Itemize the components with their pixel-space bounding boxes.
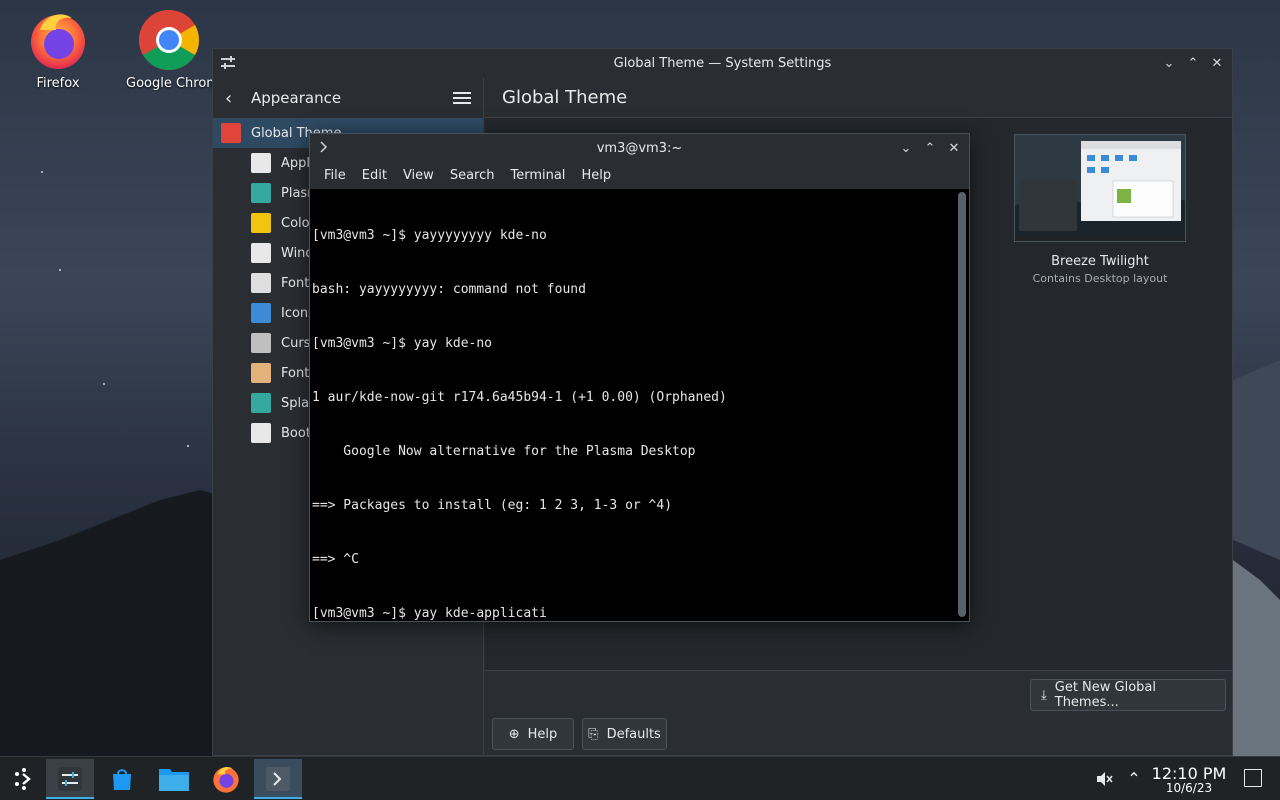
chrome-icon [137,8,201,72]
terminal-line: bash: yayyyyyyyy: command not found [312,282,586,297]
clock-date: 10/6/23 [1165,781,1213,795]
terminal-maximize-button[interactable]: ⌃ [921,138,939,158]
desktop-icon-label: Google Chrome [126,76,214,91]
system-settings-icon [58,767,82,791]
colors-icon [251,213,271,233]
global-theme-icon [221,123,241,143]
theme-name: Breeze Twilight [1051,254,1149,269]
menu-edit[interactable]: Edit [354,168,395,183]
taskbar-discover[interactable] [98,759,146,799]
help-label: Help [527,726,558,742]
discover-icon [113,769,131,790]
brush-icon [251,153,271,173]
taskbar-terminal[interactable] [254,759,302,799]
tray-expand-chevron-icon[interactable]: ⌃ [1124,769,1144,789]
desktop-icon-label: Firefox [36,76,80,91]
dialog-footer: ⊕ Help ⎘ Defaults [485,716,1232,755]
window-icon [251,243,271,263]
desktop-icon-firefox[interactable]: Firefox [10,8,106,91]
terminal-scrollbar[interactable] [958,192,966,617]
terminal-minimize-button[interactable]: ⌄ [897,138,915,158]
desktop-icon-chrome[interactable]: Google Chrome [124,8,214,91]
defaults-icon: ⎘ [588,726,599,742]
terminal-line: [vm3@vm3 ~]$ yay kde-no [312,336,493,351]
help-button[interactable]: ⊕ Help [492,718,574,750]
plasma-style-icon [251,183,271,203]
sidebar-title: Appearance [251,89,342,107]
terminal-line: [vm3@vm3 ~]$ yayyyyyyyy kde-no [312,228,547,243]
defaults-button[interactable]: ⎘ Defaults [582,718,667,750]
close-icon: ✕ [948,140,960,156]
download-icon: ⤓ [1041,687,1047,703]
terminal-line: ==> Packages to install (eg: 1 2 3, 1-3 … [312,498,673,513]
show-desktop-icon[interactable] [1244,769,1262,787]
window-titlebar[interactable]: Global Theme — System Settings ⌄ ⌃ ✕ [213,49,1232,78]
system-settings-icon [221,56,235,69]
defaults-label: Defaults [606,726,661,742]
cursor-icon [251,333,271,353]
terminal-line: 1 aur/kde-now-git r174.6a45b94-1 (+1 0.0… [312,390,727,405]
menu-view[interactable]: View [395,168,442,183]
active-indicator [254,797,302,799]
terminal-output[interactable]: [vm3@vm3 ~]$ yayyyyyyyy kde-no bash: yay… [310,189,953,621]
monitor-icon [251,423,271,443]
volume-muted-icon[interactable] [1094,769,1114,789]
theme-preview [1014,134,1186,242]
taskbar-file-manager[interactable] [150,759,198,799]
clock-time: 12:10 PM [1151,764,1227,783]
minimize-button[interactable]: ⌄ [1160,53,1178,73]
terminal-close-button[interactable]: ✕ [945,138,963,158]
menu-file[interactable]: File [316,168,354,183]
fonts-icon [251,273,271,293]
hamburger-menu-icon[interactable] [453,90,471,106]
window-title: Global Theme — System Settings [613,56,832,71]
get-new-themes-button[interactable]: ⤓ Get New Global Themes... [1030,679,1226,711]
chevron-up-icon: ⌃ [924,140,936,156]
terminal-icon [320,141,328,153]
get-new-themes-label: Get New Global Themes... [1054,680,1157,710]
taskbar-system-settings[interactable] [46,759,94,799]
active-indicator [46,797,94,799]
terminal-window[interactable]: vm3@vm3:~ ⌄ ⌃ ✕ File Edit View Search Te… [309,133,970,622]
launcher-icon [15,768,31,790]
terminal-titlebar[interactable]: vm3@vm3:~ ⌄ ⌃ ✕ [310,134,969,162]
clock[interactable]: 12:10 PM 10/6/23 [1148,765,1230,795]
icons-icon [251,303,271,323]
help-icon: ⊕ [508,726,520,742]
theme-card-breeze-twilight[interactable]: Breeze Twilight Contains Desktop layout [1014,134,1186,285]
sidebar-header: ‹ Appearance [213,78,483,118]
file-manager-icon [159,769,189,791]
splash-screen-icon [251,393,271,413]
maximize-button[interactable]: ⌃ [1184,53,1202,73]
chevron-up-icon: ⌃ [1187,55,1199,71]
close-icon: ✕ [1211,55,1223,71]
font-management-icon [251,363,271,383]
terminal-icon [266,767,290,791]
close-button[interactable]: ✕ [1208,53,1226,73]
theme-description: Contains Desktop layout [1032,272,1168,285]
terminal-line: Google Now alternative for the Plasma De… [312,444,696,459]
application-launcher-button[interactable] [0,759,48,799]
terminal-menubar: File Edit View Search Terminal Help [310,162,969,189]
firefox-icon [26,8,90,72]
menu-terminal[interactable]: Terminal [502,168,573,183]
back-arrow-icon[interactable]: ‹ [225,88,243,109]
taskbar: ⌃ 12:10 PM 10/6/23 [0,756,1280,800]
firefox-icon [213,767,239,793]
terminal-title: vm3@vm3:~ [596,140,683,156]
menu-help[interactable]: Help [573,168,619,183]
terminal-line: [vm3@vm3 ~]$ yay kde-applicati [312,606,547,621]
menu-search[interactable]: Search [442,168,503,183]
chevron-down-icon: ⌄ [900,140,912,156]
taskbar-firefox[interactable] [202,759,250,799]
chevron-down-icon: ⌄ [1163,55,1175,71]
page-title: Global Theme [485,78,1232,118]
content-toolbar: ⤓ Get New Global Themes... [485,670,1232,716]
terminal-line: ==> ^C [312,552,359,567]
